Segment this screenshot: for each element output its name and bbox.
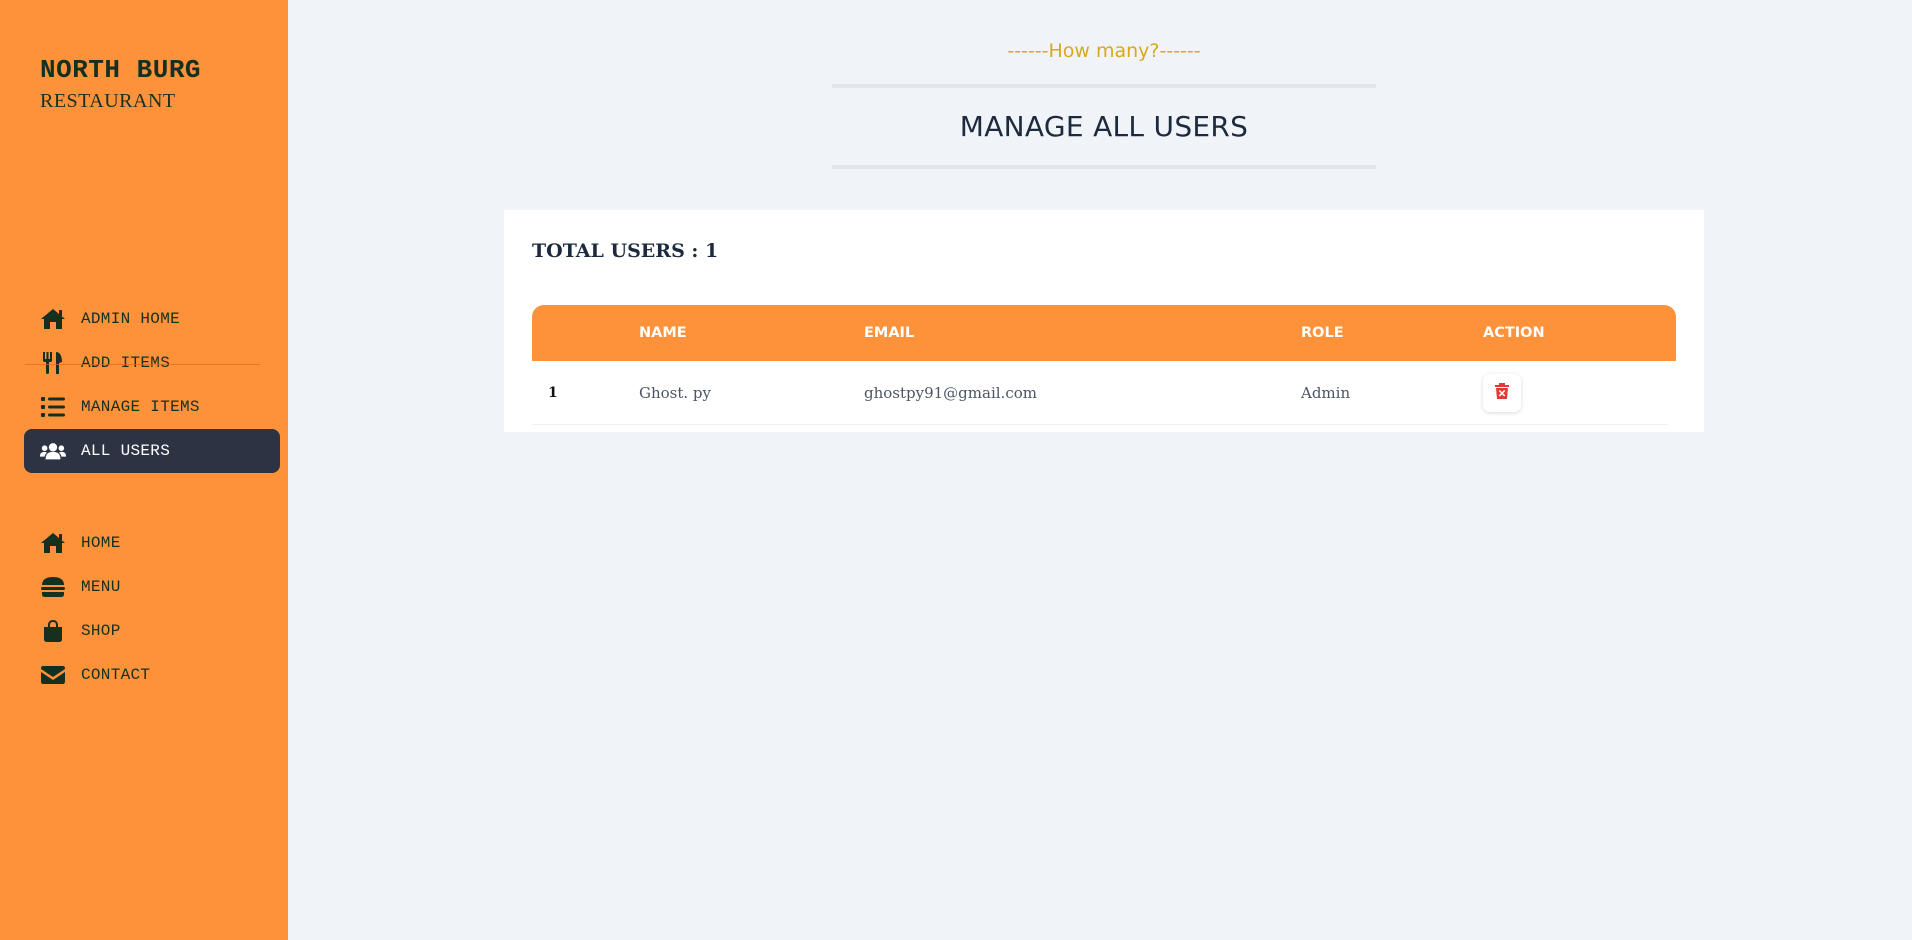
total-users-label: TOTAL USERS : 1 — [532, 240, 719, 262]
column-header-email: EMAIL — [864, 325, 915, 341]
home-icon — [40, 531, 66, 555]
sidebar-item-label: HOME — [81, 534, 121, 552]
action-cell — [1483, 373, 1668, 412]
sidebar-item-label: CONTACT — [81, 666, 151, 684]
sidebar-divider — [25, 364, 260, 365]
utensils-icon — [40, 351, 66, 375]
sidebar-item-label: SHOP — [81, 622, 121, 640]
sidebar-item-label: ADMIN HOME — [81, 310, 181, 328]
sidebar-item-all-users[interactable]: ALL USERS — [24, 429, 280, 473]
column-header-role: ROLE — [1301, 325, 1344, 341]
sidebar: NORTH BURG RESTAURANT ADMIN HOME ADD ITE… — [0, 0, 288, 940]
sidebar-item-manage-items[interactable]: MANAGE ITEMS — [24, 385, 280, 429]
burger-icon — [40, 575, 66, 599]
user-name: Ghost. py — [639, 383, 712, 402]
sidebar-item-shop[interactable]: SHOP — [24, 609, 280, 653]
sidebar-item-menu[interactable]: MENU — [24, 565, 280, 609]
section-heading-box: MANAGE ALL USERS — [832, 84, 1376, 169]
shopping-bag-icon — [40, 619, 66, 643]
brand-name: NORTH BURG — [40, 55, 202, 85]
sidebar-item-contact[interactable]: CONTACT — [24, 653, 280, 697]
sidebar-item-add-items[interactable]: ADD ITEMS — [24, 341, 280, 385]
sidebar-item-label: ALL USERS — [81, 442, 171, 460]
page-title: MANAGE ALL USERS — [959, 110, 1249, 143]
sidebar-item-label: MENU — [81, 578, 121, 596]
brand-logo[interactable]: NORTH BURG RESTAURANT — [40, 54, 201, 114]
sidebar-item-admin-home[interactable]: ADMIN HOME — [24, 297, 280, 341]
sidebar-item-label: ADD ITEMS — [81, 354, 171, 372]
main-nav: HOME MENU SHOP CONTACT — [24, 521, 280, 697]
table-header: NAME EMAIL ROLE ACTION — [532, 305, 1676, 361]
home-icon — [40, 307, 66, 331]
brand-subtitle: RESTAURANT — [40, 90, 176, 112]
user-email: ghostpy91@gmail.com — [864, 383, 1037, 402]
column-header-action: ACTION — [1483, 325, 1545, 341]
users-card: TOTAL USERS : 1 NAME EMAIL ROLE ACTION 1… — [504, 210, 1704, 432]
row-index: 1 — [548, 384, 558, 401]
envelope-icon — [40, 663, 66, 687]
table-row: 1 Ghost. py ghostpy91@gmail.com Admin — [532, 361, 1668, 425]
delete-user-button[interactable] — [1483, 373, 1521, 412]
sidebar-item-home[interactable]: HOME — [24, 521, 280, 565]
users-table: NAME EMAIL ROLE ACTION 1 Ghost. py ghost… — [532, 305, 1676, 425]
trash-icon — [1495, 382, 1509, 403]
list-icon — [40, 395, 66, 419]
users-icon — [40, 439, 66, 463]
column-header-name: NAME — [639, 325, 687, 341]
user-role: Admin — [1301, 383, 1351, 402]
admin-nav: ADMIN HOME ADD ITEMS MANAGE ITEMS ALL US… — [24, 297, 280, 473]
sidebar-item-label: MANAGE ITEMS — [81, 398, 200, 416]
section-subheading: ------How many?------ — [1007, 40, 1201, 62]
